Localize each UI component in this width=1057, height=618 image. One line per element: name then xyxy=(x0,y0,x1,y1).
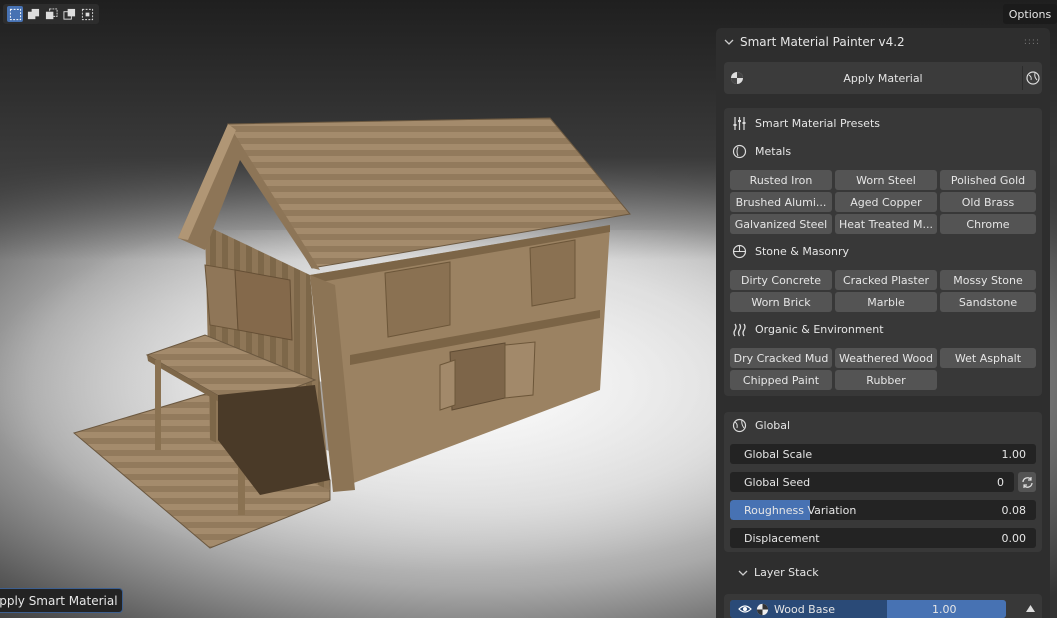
global-scale-field[interactable]: Global Scale 1.00 xyxy=(730,444,1036,464)
roughness-value: 0.08 xyxy=(1001,503,1027,517)
layer-value: 1.00 xyxy=(932,602,957,616)
displacement-label: Displacement xyxy=(744,531,820,545)
preset-sandstone[interactable]: Sandstone xyxy=(940,292,1036,312)
global-seed-field[interactable]: Global Seed 0 xyxy=(730,472,1014,492)
layer-name: Wood Base xyxy=(774,602,835,616)
preset-galvanized-steel[interactable]: Galvanized Steel xyxy=(730,214,832,234)
preset-polished-gold[interactable]: Polished Gold xyxy=(940,170,1036,190)
select-intersect-icon[interactable] xyxy=(79,6,95,22)
layer-stack-header[interactable]: Layer Stack xyxy=(738,566,819,579)
global-seed-value: 0 xyxy=(997,475,1004,489)
metals-title: Metals xyxy=(755,145,792,158)
preset-aged-copper[interactable]: Aged Copper xyxy=(835,192,937,212)
apply-material-label: Apply Material xyxy=(843,71,923,85)
layer-stack-title: Layer Stack xyxy=(754,566,819,579)
layer-move-up-button[interactable] xyxy=(1022,600,1038,616)
stone-header: Stone & Masonry xyxy=(732,244,849,259)
selection-tools xyxy=(3,4,99,24)
preset-dirty-concrete[interactable]: Dirty Concrete xyxy=(730,270,832,290)
randomize-seed-button[interactable] xyxy=(1018,472,1036,492)
select-extend-icon[interactable] xyxy=(25,6,41,22)
global-header: Global xyxy=(732,418,790,433)
options-button[interactable]: Options xyxy=(1003,4,1057,24)
chevron-down-icon xyxy=(738,570,748,576)
preset-worn-steel[interactable]: Worn Steel xyxy=(835,170,937,190)
material-sphere-icon xyxy=(756,603,769,615)
preset-weathered-wood[interactable]: Weathered Wood xyxy=(835,348,937,368)
organic-header: Organic & Environment xyxy=(732,322,884,337)
preset-worn-brick[interactable]: Worn Brick xyxy=(730,292,832,312)
panel-title: Smart Material Painter v4.2 xyxy=(740,35,905,49)
displacement-field[interactable]: Displacement 0.00 xyxy=(730,528,1036,548)
presets-box: Smart Material Presets Metals Rusted Iro… xyxy=(724,108,1042,396)
presets-header: Smart Material Presets xyxy=(732,116,880,131)
preset-rusted-iron[interactable]: Rusted Iron xyxy=(730,170,832,190)
preset-dry-cracked-mud[interactable]: Dry Cracked Mud xyxy=(730,348,832,368)
preset-rubber[interactable]: Rubber xyxy=(835,370,937,390)
select-box-icon[interactable] xyxy=(7,6,23,22)
stone-title: Stone & Masonry xyxy=(755,245,850,258)
eye-icon[interactable] xyxy=(738,604,752,614)
house-model xyxy=(72,117,631,549)
addon-panel: Smart Material Painter v4.2 :::: Apply M… xyxy=(716,28,1050,618)
global-scale-label: Global Scale xyxy=(744,447,813,461)
roughness-label: Roughness Variation xyxy=(744,503,857,517)
preset-chrome[interactable]: Chrome xyxy=(940,214,1036,234)
organic-icon xyxy=(733,323,746,337)
metal-icon xyxy=(732,144,747,159)
preset-mossy-stone[interactable]: Mossy Stone xyxy=(940,270,1036,290)
preset-cracked-plaster[interactable]: Cracked Plaster xyxy=(835,270,937,290)
global-title: Global xyxy=(755,419,791,432)
material-sphere-icon xyxy=(731,72,743,84)
chevron-down-icon xyxy=(724,39,734,45)
displacement-value: 0.00 xyxy=(1001,531,1027,545)
preset-old-brass[interactable]: Old Brass xyxy=(940,192,1036,212)
select-invert-icon[interactable] xyxy=(61,6,77,22)
preset-wet-asphalt[interactable]: Wet Asphalt xyxy=(940,348,1036,368)
preset-marble[interactable]: Marble xyxy=(835,292,937,312)
organic-title: Organic & Environment xyxy=(755,323,884,336)
globe-icon xyxy=(732,418,747,433)
metals-header: Metals xyxy=(732,144,791,159)
preset-brushed-aluminium[interactable]: Brushed Alumi... xyxy=(730,192,832,212)
world-icon[interactable] xyxy=(1022,66,1042,90)
operator-label: Apply Smart Material xyxy=(0,593,118,608)
sliders-icon xyxy=(733,117,746,130)
presets-title: Smart Material Presets xyxy=(755,117,880,130)
layer-item-wood-base[interactable]: Wood Base 1.00 xyxy=(730,600,1006,618)
last-operator-panel[interactable]: Apply Smart Material xyxy=(0,588,123,613)
stone-icon xyxy=(732,244,747,259)
preset-heat-treated-metal[interactable]: Heat Treated M... xyxy=(835,214,937,234)
preset-chipped-paint[interactable]: Chipped Paint xyxy=(730,370,832,390)
drag-handle-icon[interactable]: :::: xyxy=(1024,37,1040,47)
refresh-icon xyxy=(1021,476,1033,488)
roughness-variation-slider[interactable]: Roughness Variation 0.08 xyxy=(730,500,1036,520)
global-scale-value: 1.00 xyxy=(1001,447,1027,461)
panel-header[interactable]: Smart Material Painter v4.2 :::: xyxy=(716,28,1050,56)
triangle-up-icon xyxy=(1025,604,1035,612)
select-subtract-icon[interactable] xyxy=(43,6,59,22)
global-seed-label: Global Seed xyxy=(744,475,811,489)
apply-material-button[interactable]: Apply Material xyxy=(724,62,1042,94)
